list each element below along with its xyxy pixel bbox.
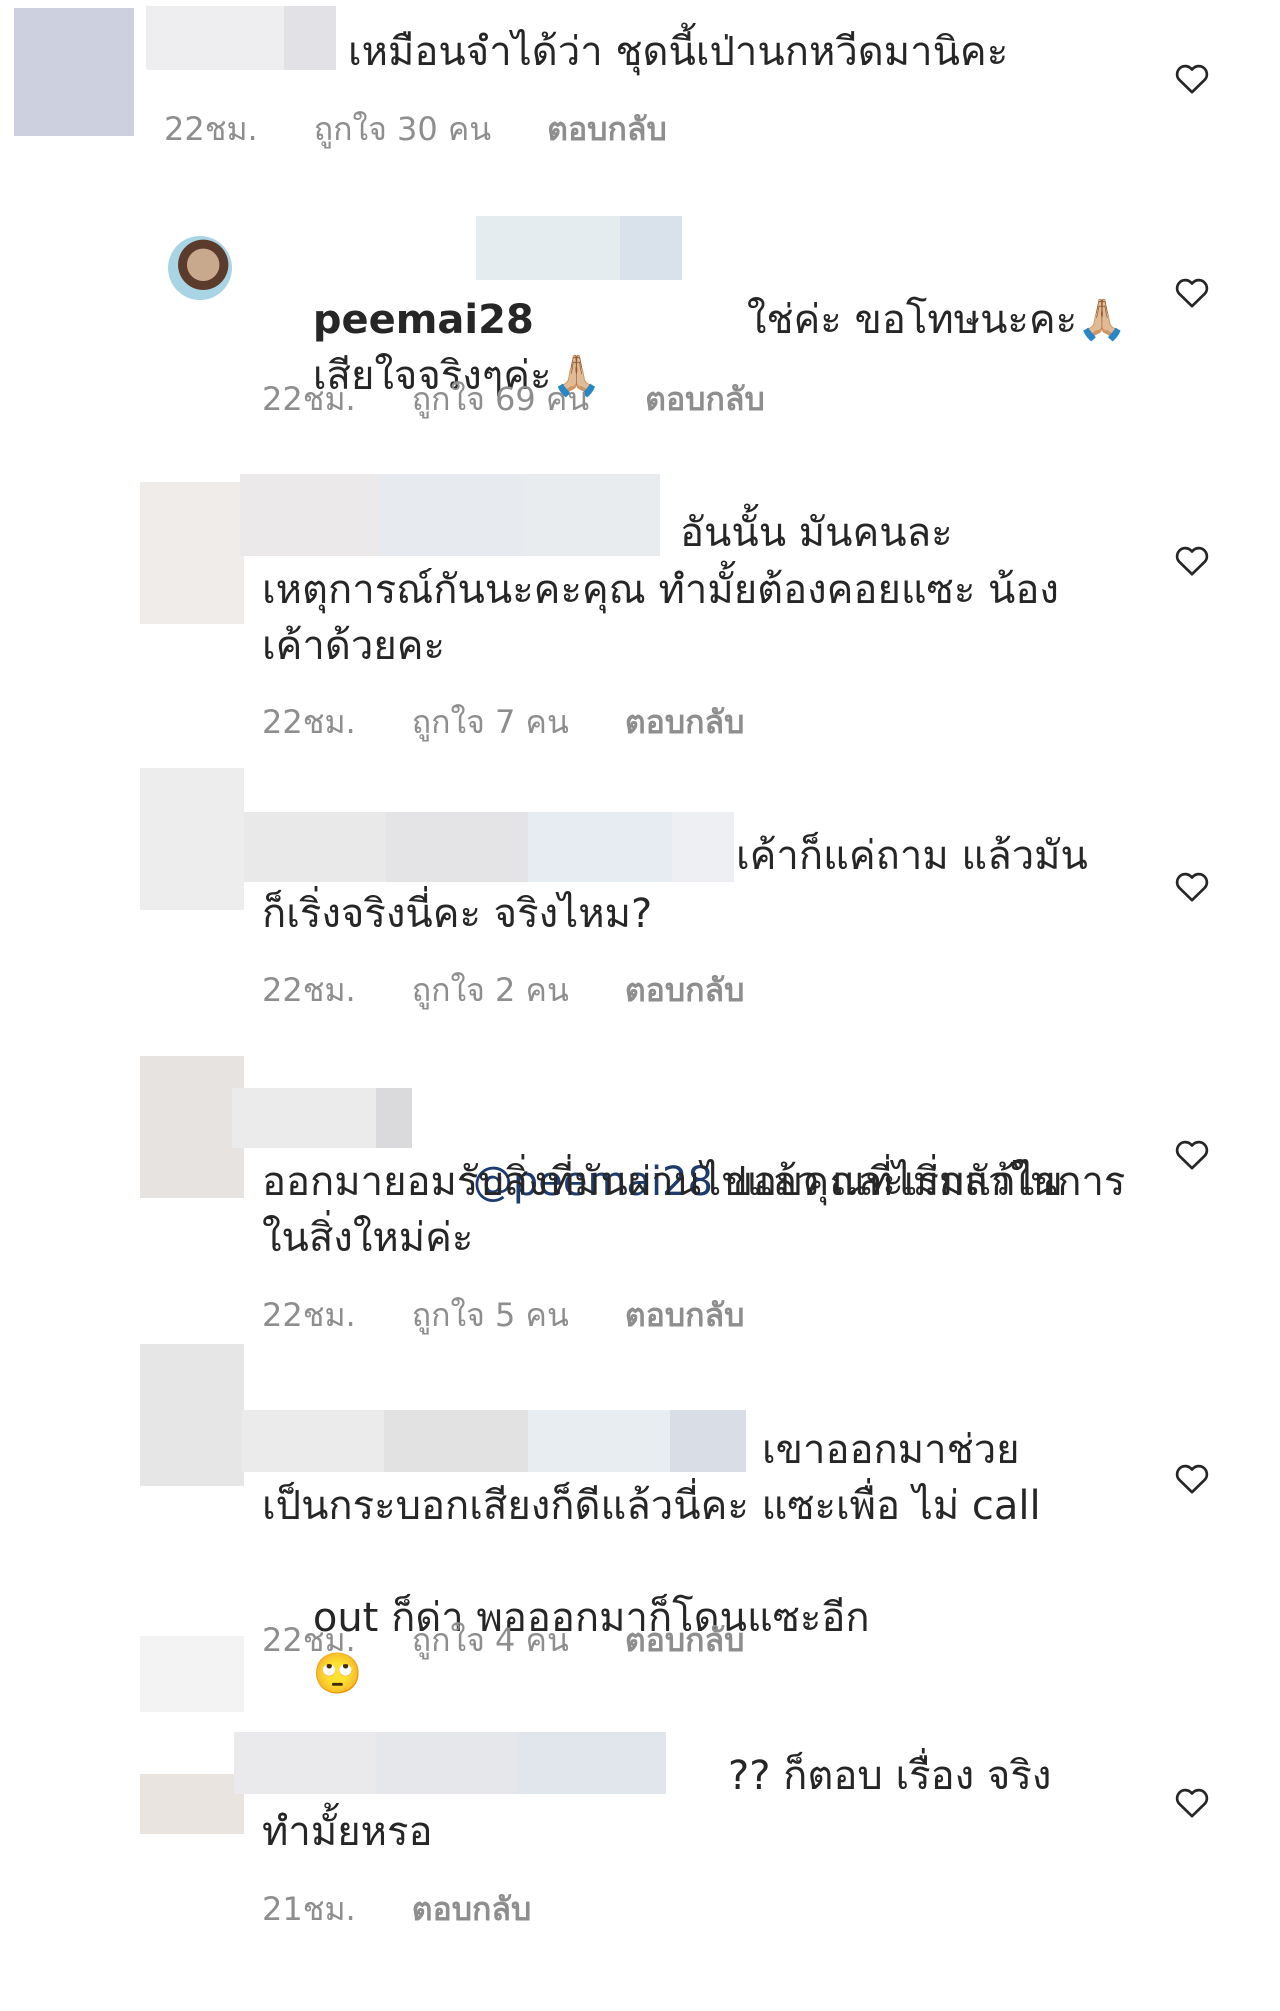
likes-count[interactable]: ถูกใจ 69 คน <box>412 374 589 425</box>
pray-emoji-icon: 🙏🏼 <box>1077 297 1127 343</box>
comment-text: เค้าด้วยคะ <box>262 623 446 669</box>
heart-outline-icon[interactable] <box>1172 1458 1212 1498</box>
avatar[interactable] <box>14 8 134 136</box>
comment-time: 21ชม. <box>262 1890 356 1928</box>
comment-meta: 21ชม. ตอบกลับ <box>262 1884 531 1935</box>
reply-button[interactable]: ตอบกลับ <box>625 697 745 748</box>
heart-outline-icon[interactable] <box>1172 1134 1212 1174</box>
comment-text-part: ใช่ค่ะ ขอโทษนะคะ <box>746 297 1078 343</box>
avatar[interactable] <box>140 768 244 910</box>
avatar[interactable] <box>168 236 232 300</box>
comment-meta: 22ชม. ถูกใจ 69 คน ตอบกลับ <box>262 374 765 425</box>
avatar[interactable] <box>140 482 244 624</box>
avatar <box>140 1774 244 1834</box>
heart-outline-icon[interactable] <box>1172 1782 1212 1822</box>
blurred-username <box>244 812 734 882</box>
comment-time: 22ชม. <box>164 110 258 148</box>
comment-meta: 22ชม. ถูกใจ 5 คน ตอบกลับ <box>262 1290 744 1341</box>
reply-button[interactable]: ตอบกลับ <box>412 1884 532 1935</box>
reply-button[interactable]: ตอบกลับ <box>625 965 745 1016</box>
likes-count[interactable]: ถูกใจ 30 คน <box>314 104 491 155</box>
reply-button[interactable]: ตอบกลับ <box>645 374 765 425</box>
reply-button[interactable]: ตอบกลับ <box>547 104 667 155</box>
heart-outline-icon[interactable] <box>1172 58 1212 98</box>
blurred-username <box>240 474 660 556</box>
comment-text: เหมือนจำได้ว่า ชุดนี้เป่านกหวีดมานิคะ <box>348 29 1009 75</box>
comment-text: ในสิ่งใหม่ค่ะ <box>262 1215 474 1261</box>
comment-time: 22ชม. <box>262 1296 356 1334</box>
comment-text: ออกมายอมรับสิ่งที่มันผ่านไปแล้ว และเริ่ม… <box>262 1159 1063 1205</box>
blurred-username <box>146 6 336 70</box>
heart-outline-icon[interactable] <box>1172 866 1212 906</box>
avatar[interactable] <box>140 1056 244 1198</box>
reply-button[interactable]: ตอบกลับ <box>625 1290 745 1341</box>
comment-text: ทำมั้ยหรอ <box>262 1809 433 1855</box>
reply-button[interactable]: ตอบกลับ <box>625 1615 745 1666</box>
blurred-username <box>232 1088 412 1148</box>
comment-text: เขาออกมาช่วย <box>762 1427 1020 1473</box>
comment-text: ?? ก็ตอบ เรื่อง จริง <box>728 1753 1052 1799</box>
comment-time: 22ชม. <box>262 971 356 1009</box>
blurred-username <box>234 1732 666 1794</box>
comment-text: เป็นกระบอกเสียงก็ดีแล้วนี่คะ แซะเพื่อ ไม… <box>262 1483 1041 1529</box>
blurred-username <box>242 1410 746 1472</box>
likes-count[interactable]: ถูกใจ 4 คน <box>412 1615 569 1666</box>
comment-meta: 22ชม. ถูกใจ 2 คน ตอบกลับ <box>262 965 744 1016</box>
comment-time: 22ชม. <box>262 380 356 418</box>
comment-meta: 22ชม. ถูกใจ 30 คน ตอบกลับ <box>164 104 667 155</box>
comment-text: เหตุการณ์กันนะคะคุณ ทำมั้ยต้องคอยแซะ น้อ… <box>262 567 1059 613</box>
comment-meta: 22ชม. ถูกใจ 4 คน ตอบกลับ <box>262 1615 744 1666</box>
avatar[interactable] <box>140 1344 244 1486</box>
likes-count[interactable]: ถูกใจ 2 คน <box>412 965 569 1016</box>
likes-count[interactable]: ถูกใจ 7 คน <box>412 697 569 748</box>
comment-text: อันนั้น มันคนละ <box>680 510 953 556</box>
heart-outline-icon[interactable] <box>1172 272 1212 312</box>
heart-outline-icon[interactable] <box>1172 540 1212 580</box>
comment-time: 22ชม. <box>262 703 356 741</box>
comment-meta: 22ชม. ถูกใจ 7 คน ตอบกลับ <box>262 697 744 748</box>
comment-time: 22ชม. <box>262 1621 356 1659</box>
likes-count[interactable]: ถูกใจ 5 คน <box>412 1290 569 1341</box>
comment-text: ก็เริ่งจริงนี่คะ จริงไหม? <box>262 891 653 937</box>
comment-text: เค้าก็แค่ถาม แล้วมัน <box>736 833 1088 879</box>
avatar[interactable] <box>140 1636 244 1712</box>
